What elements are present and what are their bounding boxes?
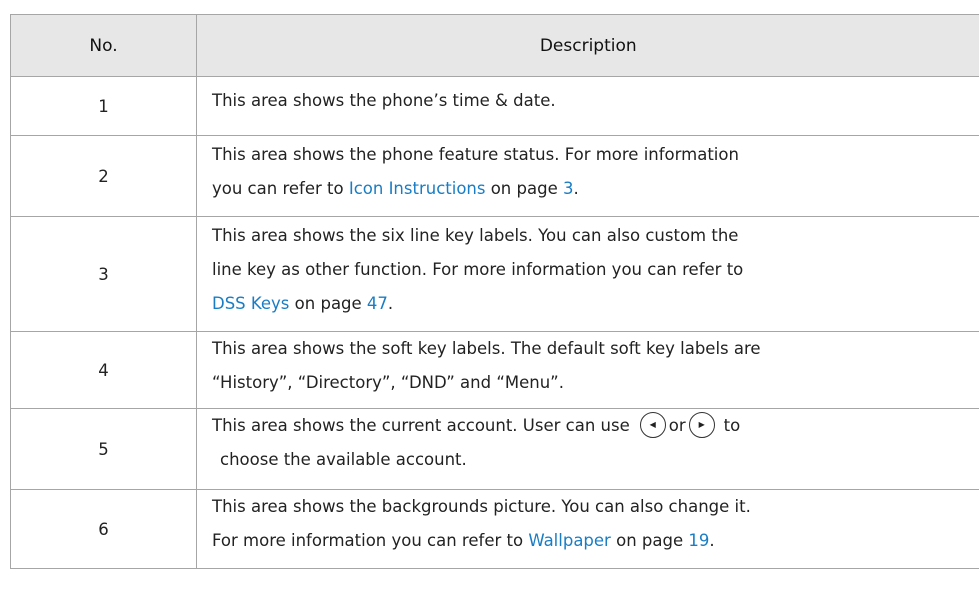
description-line: DSS Keys on page 47. [212, 287, 979, 321]
table-header-row: No. Description [10, 14, 979, 77]
description-line: you can refer to Icon Instructions on pa… [212, 172, 979, 206]
text: to [723, 416, 741, 435]
table-row: 3 This area shows the six line key label… [10, 216, 979, 332]
description-table-container: No. Description 1 This area shows the ph… [10, 14, 979, 569]
description-line: This area shows the six line key labels.… [212, 226, 739, 245]
text: . [387, 294, 394, 313]
description-line: For more information you can refer to Wa… [212, 524, 979, 558]
row-description: This area shows the current account. Use… [196, 408, 979, 490]
text: on page [610, 531, 689, 550]
description-line: This area shows the phone’s time & date. [212, 91, 556, 110]
row-number: 3 [10, 216, 197, 332]
description-line: This area shows the current account. Use… [212, 409, 979, 443]
right-arrow-key-icon: ▶ [688, 411, 715, 438]
row-number: 1 [10, 76, 197, 136]
table-row: 6 This area shows the backgrounds pictur… [10, 489, 979, 569]
description-line: This area shows the backgrounds picture.… [212, 497, 751, 516]
description-line: line key as other function. For more inf… [212, 260, 744, 279]
row-number: 5 [10, 408, 197, 490]
row-description: This area shows the phone feature status… [196, 135, 979, 217]
description-line: choose the available account. [220, 450, 467, 469]
text: For more information you can refer to [212, 531, 529, 550]
text: on page [485, 179, 563, 198]
page-link[interactable]: 47 [367, 294, 388, 313]
text: This area shows the current account. Use… [212, 416, 630, 435]
row-description: This area shows the soft key labels. The… [196, 331, 979, 409]
header-no: No. [10, 14, 197, 77]
description-table: No. Description 1 This area shows the ph… [10, 14, 979, 569]
table-row: 5 This area shows the current account. U… [10, 408, 979, 490]
header-description: Description [196, 14, 979, 77]
page-link[interactable]: 19 [688, 531, 709, 550]
description-line: This area shows the soft key labels. The… [212, 339, 761, 358]
text: . [573, 179, 579, 198]
row-number: 2 [10, 135, 197, 217]
table-row: 4 This area shows the soft key labels. T… [10, 331, 979, 409]
text: on page [289, 294, 367, 313]
description-line: “History”, “Directory”, “DND” and “Menu”… [212, 373, 564, 392]
row-description: This area shows the backgrounds picture.… [196, 489, 979, 569]
text: or [668, 416, 686, 435]
row-description: This area shows the six line key labels.… [196, 216, 979, 332]
description-line: This area shows the phone feature status… [212, 145, 739, 164]
row-description: This area shows the phone’s time & date. [196, 76, 979, 136]
row-number: 4 [10, 331, 197, 409]
table-row: 2 This area shows the phone feature stat… [10, 135, 979, 217]
text: . [709, 531, 715, 550]
text: you can refer to [212, 179, 349, 198]
table-row: 1 This area shows the phone’s time & dat… [10, 76, 979, 136]
left-arrow-key-icon: ◀ [639, 411, 666, 438]
wallpaper-link[interactable]: Wallpaper [528, 531, 611, 550]
row-number: 6 [10, 489, 197, 569]
dss-keys-link[interactable]: DSS Keys [212, 294, 289, 313]
icon-instructions-link[interactable]: Icon Instructions [349, 179, 486, 198]
page-link[interactable]: 3 [563, 179, 574, 198]
